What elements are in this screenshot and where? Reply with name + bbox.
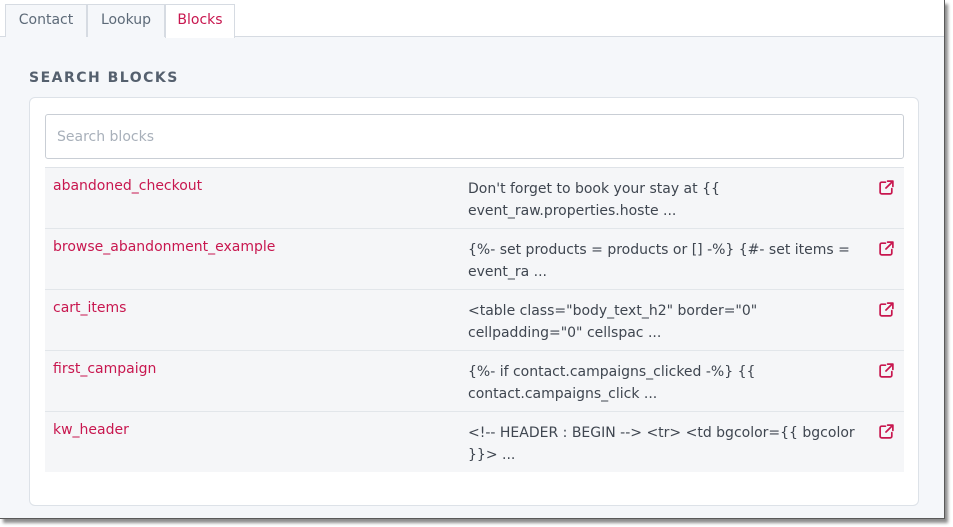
external-link-icon[interactable]: [878, 301, 895, 318]
block-preview: <!-- HEADER : BEGIN --> <tr> <td bgcolor…: [468, 425, 855, 463]
tab-lookup[interactable]: Lookup: [87, 4, 165, 37]
block-name-link[interactable]: kw_header: [53, 422, 129, 438]
blocks-list: abandoned_checkout Don't forget to book …: [45, 167, 904, 472]
block-preview: {%- if contact.campaigns_clicked -%} {{ …: [468, 364, 756, 402]
external-link-icon[interactable]: [878, 362, 895, 379]
blocks-card: abandoned_checkout Don't forget to book …: [29, 97, 919, 506]
block-name-link[interactable]: cart_items: [53, 300, 126, 316]
external-link-icon[interactable]: [878, 179, 895, 196]
block-name-link[interactable]: browse_abandonment_example: [53, 239, 275, 255]
app-window: Contact Lookup Blocks SEARCH BLOCKS aban…: [0, 0, 945, 519]
block-row: first_campaign {%- if contact.campaigns_…: [45, 350, 904, 411]
external-link-icon[interactable]: [878, 423, 895, 440]
block-preview: <table class="body_text_h2" border="0" c…: [468, 303, 758, 341]
block-name-link[interactable]: first_campaign: [53, 361, 156, 377]
block-row: browse_abandonment_example {%- set produ…: [45, 228, 904, 289]
tab-contact[interactable]: Contact: [5, 4, 87, 37]
block-row: kw_header <!-- HEADER : BEGIN --> <tr> <…: [45, 411, 904, 472]
search-blocks-input[interactable]: [45, 114, 904, 159]
section-title: SEARCH BLOCKS: [29, 70, 179, 86]
block-row: cart_items <table class="body_text_h2" b…: [45, 289, 904, 350]
block-preview: {%- set products = products or [] -%} {#…: [468, 242, 850, 280]
tab-blocks[interactable]: Blocks: [165, 4, 235, 38]
external-link-icon[interactable]: [878, 240, 895, 257]
block-row: abandoned_checkout Don't forget to book …: [45, 167, 904, 228]
block-name-link[interactable]: abandoned_checkout: [53, 178, 202, 194]
tab-bar: Contact Lookup Blocks: [0, 0, 944, 38]
block-preview: Don't forget to book your stay at {{ eve…: [468, 181, 720, 219]
